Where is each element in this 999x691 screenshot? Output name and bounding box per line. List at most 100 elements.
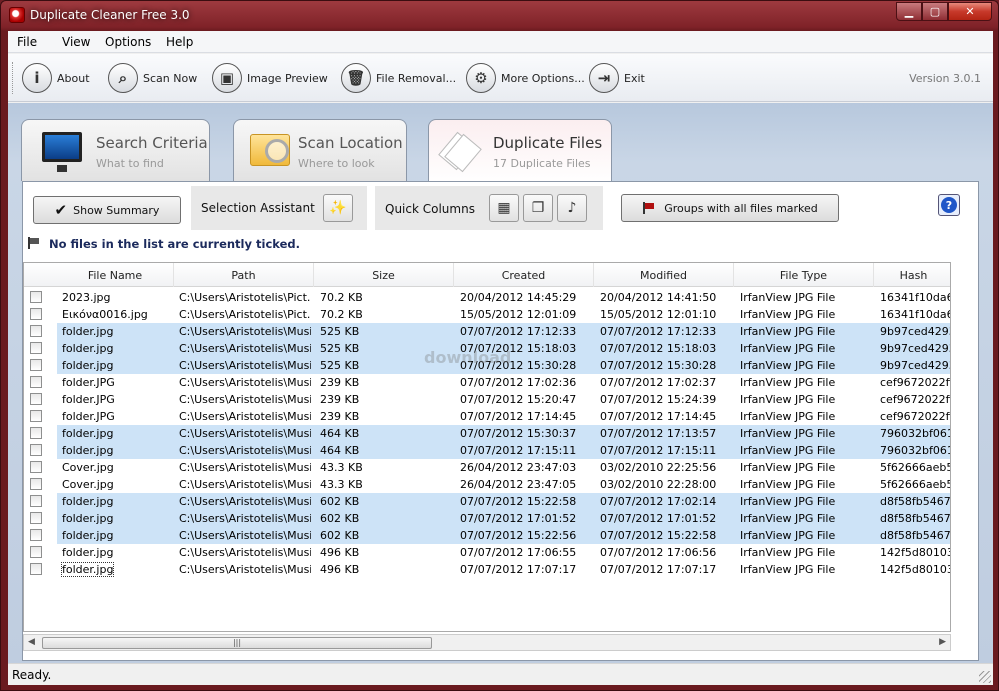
magic-wand-button[interactable]: ✨	[323, 194, 353, 222]
cell-hash: cef9672022ffe	[880, 410, 950, 423]
cell-file-type: IrfanView JPG File	[740, 461, 836, 474]
tab-duplicate-files[interactable]: Duplicate Files 17 Duplicate Files	[428, 119, 612, 183]
row-checkbox[interactable]	[30, 495, 42, 507]
close-button[interactable]: ✕	[948, 2, 992, 21]
column-header[interactable]: Created	[454, 263, 594, 287]
more-options-button[interactable]: ⚙ More Options...	[466, 62, 585, 94]
table-row[interactable]: 2023.jpg C:\Users\Aristotelis\Pict... 70.2…	[24, 289, 950, 306]
minimize-button[interactable]: ▁	[896, 2, 922, 21]
options-row: ✔ Show Summary Selection Assistant ✨ Qui…	[23, 182, 978, 234]
row-checkbox[interactable]	[30, 325, 42, 337]
table-row[interactable]: folder.JPG C:\Users\Aristotelis\Musi... 23…	[24, 408, 950, 425]
row-checkbox[interactable]	[30, 461, 42, 473]
tab-duplicate-files-title: Duplicate Files	[493, 134, 603, 152]
table-row[interactable]: folder.jpg C:\Users\Aristotelis\Musi... 49…	[24, 561, 950, 578]
show-summary-label: Show Summary	[73, 203, 160, 217]
column-header[interactable]: File Type	[734, 263, 874, 287]
scan-now-button[interactable]: ⌕ Scan Now	[108, 62, 197, 94]
tab-search-criteria[interactable]: Search Criteria What to find	[21, 119, 210, 181]
cell-modified: 07/07/2012 17:14:45	[600, 410, 717, 423]
cell-modified: 20/04/2012 14:41:50	[600, 291, 717, 304]
row-checkbox[interactable]	[30, 291, 42, 303]
cell-created: 07/07/2012 17:02:36	[460, 376, 577, 389]
help-button[interactable]: ?	[938, 194, 960, 216]
title-bar[interactable]: Duplicate Cleaner Free 3.0 ▁ ▢ ✕	[1, 1, 998, 31]
cell-modified: 07/07/2012 17:07:17	[600, 563, 717, 576]
cell-created: 07/07/2012 15:18:03	[460, 342, 577, 355]
quick-columns-default-button[interactable]: ▦	[489, 194, 519, 222]
cell-modified: 07/07/2012 17:15:11	[600, 444, 717, 457]
table-row[interactable]: folder.jpg C:\Users\Aristotelis\Musi... 52…	[24, 357, 950, 374]
cell-file-name: folder.JPG	[62, 376, 115, 389]
cell-hash: 5f62666aeb52	[880, 461, 950, 474]
column-header[interactable]: Modified	[594, 263, 734, 287]
resize-grip[interactable]	[979, 671, 991, 683]
app-icon[interactable]	[9, 7, 25, 23]
tab-scan-location[interactable]: Scan Location Where to look	[233, 119, 407, 181]
cell-file-type: IrfanView JPG File	[740, 478, 836, 491]
table-row[interactable]: Cover.jpg C:\Users\Aristotelis\Musi... 43.…	[24, 459, 950, 476]
row-checkbox[interactable]	[30, 308, 42, 320]
grid-icon: ▦	[497, 200, 511, 216]
cell-file-name: folder.jpg	[62, 495, 114, 508]
row-checkbox[interactable]	[30, 512, 42, 524]
exit-button[interactable]: ⇥ Exit	[589, 62, 645, 94]
scrollbar-thumb[interactable]: |||	[42, 637, 432, 649]
row-checkbox[interactable]	[30, 376, 42, 388]
menu-help[interactable]: Help	[166, 35, 193, 49]
cell-path: C:\Users\Aristotelis\Pict...	[179, 291, 311, 304]
menu-file[interactable]: File	[17, 35, 37, 49]
window-title: Duplicate Cleaner Free 3.0	[30, 8, 190, 22]
ticked-status: No files in the list are currently ticke…	[27, 237, 300, 251]
column-header[interactable]: Hash	[874, 263, 950, 287]
quick-columns-music-button[interactable]: ♪	[557, 194, 587, 222]
exit-icon: ⇥	[589, 63, 619, 93]
about-button[interactable]: i About	[22, 62, 90, 94]
table-row[interactable]: folder.JPG C:\Users\Aristotelis\Musi... 23…	[24, 374, 950, 391]
scroll-right-icon[interactable]: ▶	[939, 637, 946, 647]
quick-columns-image-button[interactable]: ❐	[523, 194, 553, 222]
maximize-button[interactable]: ▢	[922, 2, 948, 21]
table-row[interactable]: folder.jpg C:\Users\Aristotelis\Musi... 52…	[24, 340, 950, 357]
table-row[interactable]: folder.jpg C:\Users\Aristotelis\Musi... 60…	[24, 510, 950, 527]
table-row[interactable]: folder.jpg C:\Users\Aristotelis\Musi... 52…	[24, 323, 950, 340]
menu-view[interactable]: View	[62, 35, 90, 49]
file-removal-button[interactable]: 🗑 File Removal...	[341, 62, 456, 94]
column-header[interactable]: Size	[314, 263, 454, 287]
row-checkbox[interactable]	[30, 342, 42, 354]
status-bar: Ready.	[8, 663, 993, 685]
row-checkbox[interactable]	[30, 359, 42, 371]
row-checkbox[interactable]	[30, 478, 42, 490]
cell-path: C:\Users\Aristotelis\Musi...	[179, 376, 311, 389]
duplicate-files-table[interactable]: File Name Path Size Created Modified File Typ…	[23, 262, 951, 632]
row-checkbox[interactable]	[30, 546, 42, 558]
row-checkbox[interactable]	[30, 444, 42, 456]
table-row[interactable]: folder.jpg C:\Users\Aristotelis\Musi... 60…	[24, 493, 950, 510]
toolbar-grip[interactable]	[12, 62, 15, 94]
table-row[interactable]: folder.jpg C:\Users\Aristotelis\Musi... 46…	[24, 442, 950, 459]
horizontal-scrollbar[interactable]: ◀ ||| ▶	[23, 634, 951, 651]
groups-marked-label: Groups with all files marked	[664, 201, 818, 215]
table-row[interactable]: folder.JPG C:\Users\Aristotelis\Musi... 23…	[24, 391, 950, 408]
row-checkbox[interactable]	[30, 529, 42, 541]
row-checkbox[interactable]	[30, 410, 42, 422]
row-checkbox[interactable]	[30, 427, 42, 439]
row-checkbox[interactable]	[30, 563, 42, 575]
table-row[interactable]: folder.jpg C:\Users\Aristotelis\Musi... 46…	[24, 425, 950, 442]
scroll-left-icon[interactable]: ◀	[28, 637, 35, 647]
column-header[interactable]: Path	[174, 263, 314, 287]
groups-marked-button[interactable]: Groups with all files marked	[621, 194, 839, 222]
column-header[interactable]: File Name	[57, 263, 174, 287]
table-row[interactable]: Εικόνα0016.jpg C:\Users\Aristotelis\Pict.…	[24, 306, 950, 323]
cell-created: 07/07/2012 15:20:47	[460, 393, 577, 406]
menu-options[interactable]: Options	[105, 35, 151, 49]
show-summary-button[interactable]: ✔ Show Summary	[33, 196, 181, 224]
row-checkbox[interactable]	[30, 393, 42, 405]
cell-size: 239 KB	[320, 410, 360, 423]
monitor-icon	[42, 132, 82, 172]
image-preview-button[interactable]: ▣ Image Preview	[212, 62, 328, 94]
cell-size: 464 KB	[320, 427, 360, 440]
table-row[interactable]: folder.jpg C:\Users\Aristotelis\Musi... 60…	[24, 527, 950, 544]
table-row[interactable]: folder.jpg C:\Users\Aristotelis\Musi... 49…	[24, 544, 950, 561]
table-row[interactable]: Cover.jpg C:\Users\Aristotelis\Musi... 43.…	[24, 476, 950, 493]
